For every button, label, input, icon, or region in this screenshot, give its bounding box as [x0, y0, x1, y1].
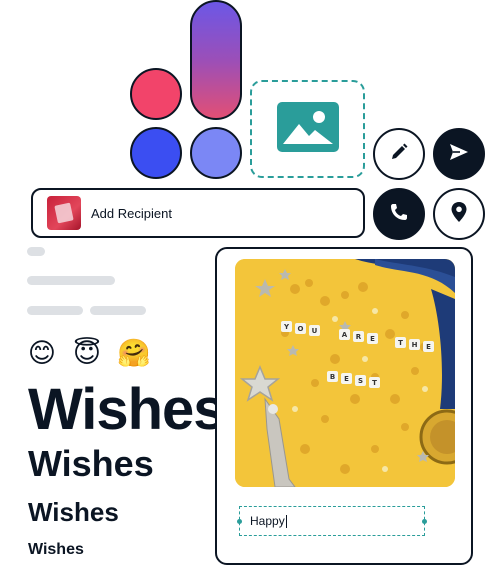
wishes-heading-s: Wishes: [28, 541, 84, 558]
smiling-emoji[interactable]: 😊: [26, 338, 58, 370]
svg-text:T: T: [372, 379, 377, 387]
wishes-heading-l: Wishes: [28, 443, 154, 484]
svg-text:Y: Y: [283, 323, 290, 331]
halo-emoji[interactable]: 😇: [71, 338, 103, 370]
svg-text:H: H: [412, 341, 418, 349]
card-photo: Y O U A R E T H E B E S T: [235, 259, 455, 487]
svg-text:E: E: [426, 343, 431, 351]
resize-handle-right[interactable]: [422, 519, 427, 524]
wishes-heading-xl: Wishes: [28, 377, 226, 442]
card-message-input[interactable]: Happy: [237, 506, 427, 536]
call-button[interactable]: [373, 188, 425, 240]
svg-text:R: R: [356, 333, 362, 341]
edit-button[interactable]: [373, 128, 425, 180]
logo-pill-shape: [190, 0, 242, 120]
add-recipient-field[interactable]: Add Recipient: [31, 188, 365, 238]
svg-text:S: S: [358, 377, 363, 385]
card-message-text: Happy: [250, 514, 285, 528]
skeleton-line: [90, 306, 146, 315]
text-caret: [285, 514, 287, 528]
hugging-emoji[interactable]: 🤗: [117, 338, 151, 370]
svg-text:U: U: [312, 327, 318, 335]
greeting-card: Y O U A R E T H E B E S T Happy: [215, 247, 473, 565]
svg-text:E: E: [344, 375, 349, 383]
skeleton-line-short: [27, 247, 45, 256]
logo-blue-circle: [130, 127, 182, 179]
svg-text:E: E: [370, 335, 375, 343]
svg-text:O: O: [298, 325, 304, 333]
add-recipient-label: Add Recipient: [91, 205, 172, 221]
send-button[interactable]: [433, 128, 485, 180]
image-upload-dropzone[interactable]: [250, 80, 365, 178]
logo-red-circle: [130, 68, 182, 120]
location-button[interactable]: [433, 188, 485, 240]
resize-handle-left[interactable]: [237, 519, 242, 524]
wishes-heading-m: Wishes: [28, 497, 119, 527]
svg-text:B: B: [330, 373, 335, 381]
svg-text:T: T: [398, 339, 403, 347]
svg-text:A: A: [342, 331, 348, 339]
pencil-icon: [389, 142, 409, 167]
skeleton-line: [27, 306, 83, 315]
map-pin-icon: [450, 201, 468, 228]
image-icon: [276, 101, 339, 157]
skeleton-line: [27, 276, 115, 285]
card-photo-illustration: Y O U A R E T H E B E S T: [235, 259, 455, 487]
logo-lavender-circle: [190, 127, 242, 179]
recipient-thumbnail: [47, 196, 81, 230]
send-icon: [448, 141, 470, 168]
phone-icon: [389, 202, 409, 227]
